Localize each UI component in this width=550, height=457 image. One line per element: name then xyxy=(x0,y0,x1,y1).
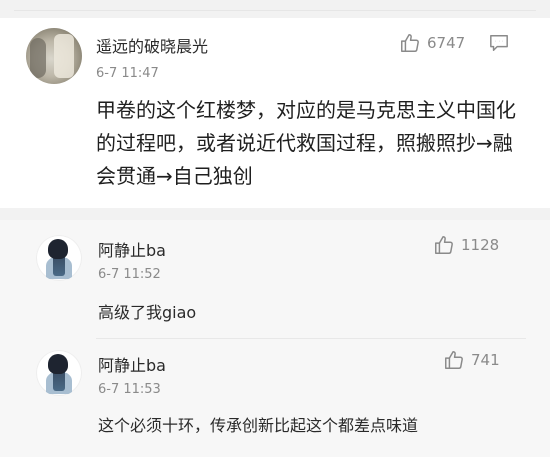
comment-time: 6-7 11:47 xyxy=(96,66,159,81)
avatar[interactable] xyxy=(36,350,82,396)
section-gap xyxy=(0,208,550,220)
reply-time: 6-7 11:52 xyxy=(98,267,161,282)
comment-username[interactable]: 遥远的破晓晨光 xyxy=(96,33,208,57)
thumb-up-icon xyxy=(399,32,421,54)
avatar[interactable] xyxy=(36,235,82,281)
reply-username[interactable]: 阿静止ba xyxy=(98,237,166,261)
like-count: 1128 xyxy=(461,236,500,254)
like-count: 741 xyxy=(471,351,500,369)
like-button[interactable]: 741 xyxy=(443,349,500,371)
reply-text: 高级了我giao xyxy=(98,303,197,322)
reply-text: 这个必须十环，传承创新比起这个都差点味道 xyxy=(98,416,419,435)
top-separator xyxy=(0,0,550,18)
like-count: 6747 xyxy=(427,34,466,52)
like-button[interactable]: 1128 xyxy=(433,234,499,256)
comment-text: 甲卷的这个红楼梦，对应的是马克思主义中国化的过程吧，或者说近代救国过程，照搬照抄… xyxy=(96,98,516,188)
divider xyxy=(96,338,526,339)
reply-time: 6-7 11:53 xyxy=(98,382,161,397)
thumb-up-icon xyxy=(443,349,465,371)
avatar[interactable] xyxy=(26,28,82,84)
comment-icon[interactable] xyxy=(488,33,510,57)
like-button[interactable]: 6747 xyxy=(399,32,465,54)
thumb-up-icon xyxy=(433,234,455,256)
reply-username[interactable]: 阿静止ba xyxy=(98,352,166,376)
